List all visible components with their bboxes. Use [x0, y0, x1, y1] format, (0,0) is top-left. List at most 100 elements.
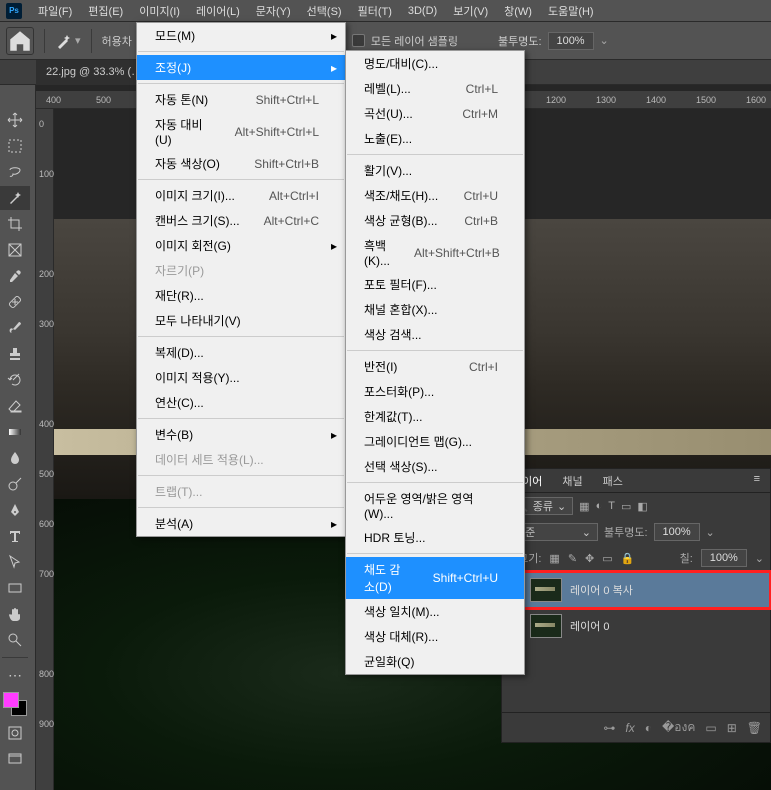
tool-preset-icon[interactable]: ▾	[55, 32, 81, 50]
fill-input[interactable]	[701, 549, 747, 567]
filter-type-icon[interactable]: T	[608, 500, 615, 512]
menu-item[interactable]: HDR 토닝...	[346, 525, 524, 550]
menu-item[interactable]: 선택 색상(S)...	[346, 454, 524, 479]
menu-edit[interactable]: 편집(E)	[80, 1, 131, 21]
menu-select[interactable]: 선택(S)	[299, 1, 350, 21]
color-swatches[interactable]	[3, 692, 27, 716]
menu-item[interactable]: 변수(B)▸	[137, 422, 345, 447]
menu-item[interactable]: 한계값(T)...	[346, 404, 524, 429]
filter-adjust-icon[interactable]: ◐	[596, 500, 603, 512]
new-layer-icon[interactable]: ⊞	[727, 721, 737, 735]
menu-item[interactable]: 색상 대체(R)...	[346, 624, 524, 649]
blur-tool[interactable]	[0, 446, 30, 470]
layer-row[interactable]: 👁 레이어 0 복사	[502, 572, 770, 608]
magic-wand-tool[interactable]	[0, 186, 30, 210]
menu-item[interactable]: 채도 감소(D)Shift+Ctrl+U	[346, 557, 524, 599]
history-brush-tool[interactable]	[0, 368, 30, 392]
link-layers-icon[interactable]: ⊶	[603, 721, 615, 735]
menu-item[interactable]: 이미지 회전(G)▸	[137, 233, 345, 258]
lock-all-icon[interactable]: 🔒	[621, 552, 635, 565]
tab-paths[interactable]: 패스	[593, 469, 633, 492]
menu-item[interactable]: 조정(J)▸	[137, 55, 345, 80]
layer-thumbnail[interactable]	[530, 578, 562, 602]
layer-opacity-input[interactable]	[654, 523, 700, 541]
menu-item[interactable]: 복제(D)...	[137, 340, 345, 365]
menu-filter[interactable]: 필터(T)	[350, 1, 400, 21]
layer-style-icon[interactable]: fx	[625, 721, 634, 735]
frame-tool[interactable]	[0, 238, 30, 262]
delete-layer-icon[interactable]: 🗑	[747, 721, 762, 735]
menu-item[interactable]: 포토 필터(F)...	[346, 272, 524, 297]
path-select-tool[interactable]	[0, 550, 30, 574]
menu-item[interactable]: 곡선(U)...Ctrl+M	[346, 101, 524, 126]
opacity-input[interactable]	[548, 32, 594, 50]
chevron-down-icon[interactable]: ⌄	[706, 526, 715, 539]
layer-name[interactable]: 레이어 0 복사	[570, 582, 633, 598]
adjustment-layer-icon[interactable]: �องค	[662, 718, 695, 737]
menu-item[interactable]: 어두운 영역/밝은 영역(W)...	[346, 486, 524, 525]
lock-artboard-icon[interactable]: ▭	[602, 552, 612, 565]
menu-item[interactable]: 균일화(Q)	[346, 649, 524, 674]
filter-shape-icon[interactable]: ▭	[621, 500, 631, 513]
menu-view[interactable]: 보기(V)	[445, 1, 496, 21]
marquee-tool[interactable]	[0, 134, 30, 158]
app-logo[interactable]: Ps	[6, 3, 22, 19]
filter-smart-icon[interactable]: ◧	[637, 500, 647, 513]
menu-item[interactable]: 재단(R)...	[137, 283, 345, 308]
menu-item[interactable]: 이미지 적용(Y)...	[137, 365, 345, 390]
menu-item[interactable]: 레벨(L)...Ctrl+L	[346, 76, 524, 101]
hand-tool[interactable]	[0, 602, 30, 626]
lock-image-icon[interactable]: ✎	[568, 552, 577, 565]
menu-item[interactable]: 활기(V)...	[346, 158, 524, 183]
screenmode-toggle[interactable]	[0, 747, 30, 771]
menu-item[interactable]: 반전(I)Ctrl+I	[346, 354, 524, 379]
group-icon[interactable]: ▭	[705, 721, 716, 735]
layer-mask-icon[interactable]: ◐	[645, 721, 652, 735]
menu-item[interactable]: 모두 나타내기(V)	[137, 308, 345, 333]
menu-item[interactable]: 연산(C)...	[137, 390, 345, 415]
crop-tool[interactable]	[0, 212, 30, 236]
menu-help[interactable]: 도움말(H)	[540, 1, 602, 21]
layer-row[interactable]: 👁 레이어 0	[502, 608, 770, 644]
ruler-vertical[interactable]: 0 100 200 300 400 500 600 700 800 900	[36, 109, 54, 790]
quickmask-toggle[interactable]	[0, 721, 30, 745]
eyedropper-tool[interactable]	[0, 264, 30, 288]
menu-item[interactable]: 분석(A)▸	[137, 511, 345, 536]
lock-transparent-icon[interactable]: ▦	[549, 552, 559, 565]
chevron-down-icon[interactable]: ⌄	[755, 552, 764, 565]
menu-item[interactable]: 모드(M)▸	[137, 23, 345, 48]
rectangle-tool[interactable]	[0, 576, 30, 600]
eraser-tool[interactable]	[0, 394, 30, 418]
lasso-tool[interactable]	[0, 160, 30, 184]
stamp-tool[interactable]	[0, 342, 30, 366]
foreground-color[interactable]	[3, 692, 19, 708]
sample-all-layers-checkbox[interactable]	[352, 34, 365, 47]
menu-3d[interactable]: 3D(D)	[400, 3, 445, 19]
menu-item[interactable]: 자동 색상(O)Shift+Ctrl+B	[137, 151, 345, 176]
menu-layer[interactable]: 레이어(L)	[188, 1, 248, 21]
healing-tool[interactable]	[0, 290, 30, 314]
menu-item[interactable]: 색상 일치(M)...	[346, 599, 524, 624]
layer-thumbnail[interactable]	[530, 614, 562, 638]
lock-position-icon[interactable]: ✥	[585, 552, 594, 565]
menu-item[interactable]: 자동 톤(N)Shift+Ctrl+L	[137, 87, 345, 112]
menu-item[interactable]: 이미지 크기(I)...Alt+Ctrl+I	[137, 183, 345, 208]
menu-item[interactable]: 색상 균형(B)...Ctrl+B	[346, 208, 524, 233]
filter-pixel-icon[interactable]: ▦	[579, 500, 589, 513]
move-tool[interactable]	[0, 108, 30, 132]
brush-tool[interactable]	[0, 316, 30, 340]
home-button[interactable]	[6, 27, 34, 55]
menu-item[interactable]: 색상 검색...	[346, 322, 524, 347]
dodge-tool[interactable]	[0, 472, 30, 496]
menu-item[interactable]: 채널 혼합(X)...	[346, 297, 524, 322]
layer-name[interactable]: 레이어 0	[570, 618, 610, 634]
gradient-tool[interactable]	[0, 420, 30, 444]
type-tool[interactable]	[0, 524, 30, 548]
menu-item[interactable]: 명도/대비(C)...	[346, 51, 524, 76]
menu-file[interactable]: 파일(F)	[30, 1, 80, 21]
menu-image[interactable]: 이미지(I)	[131, 1, 188, 21]
menu-item[interactable]: 노출(E)...	[346, 126, 524, 151]
zoom-tool[interactable]	[0, 628, 30, 652]
menu-item[interactable]: 색조/채도(H)...Ctrl+U	[346, 183, 524, 208]
opacity-dropdown-icon[interactable]: ⌄	[600, 34, 609, 47]
